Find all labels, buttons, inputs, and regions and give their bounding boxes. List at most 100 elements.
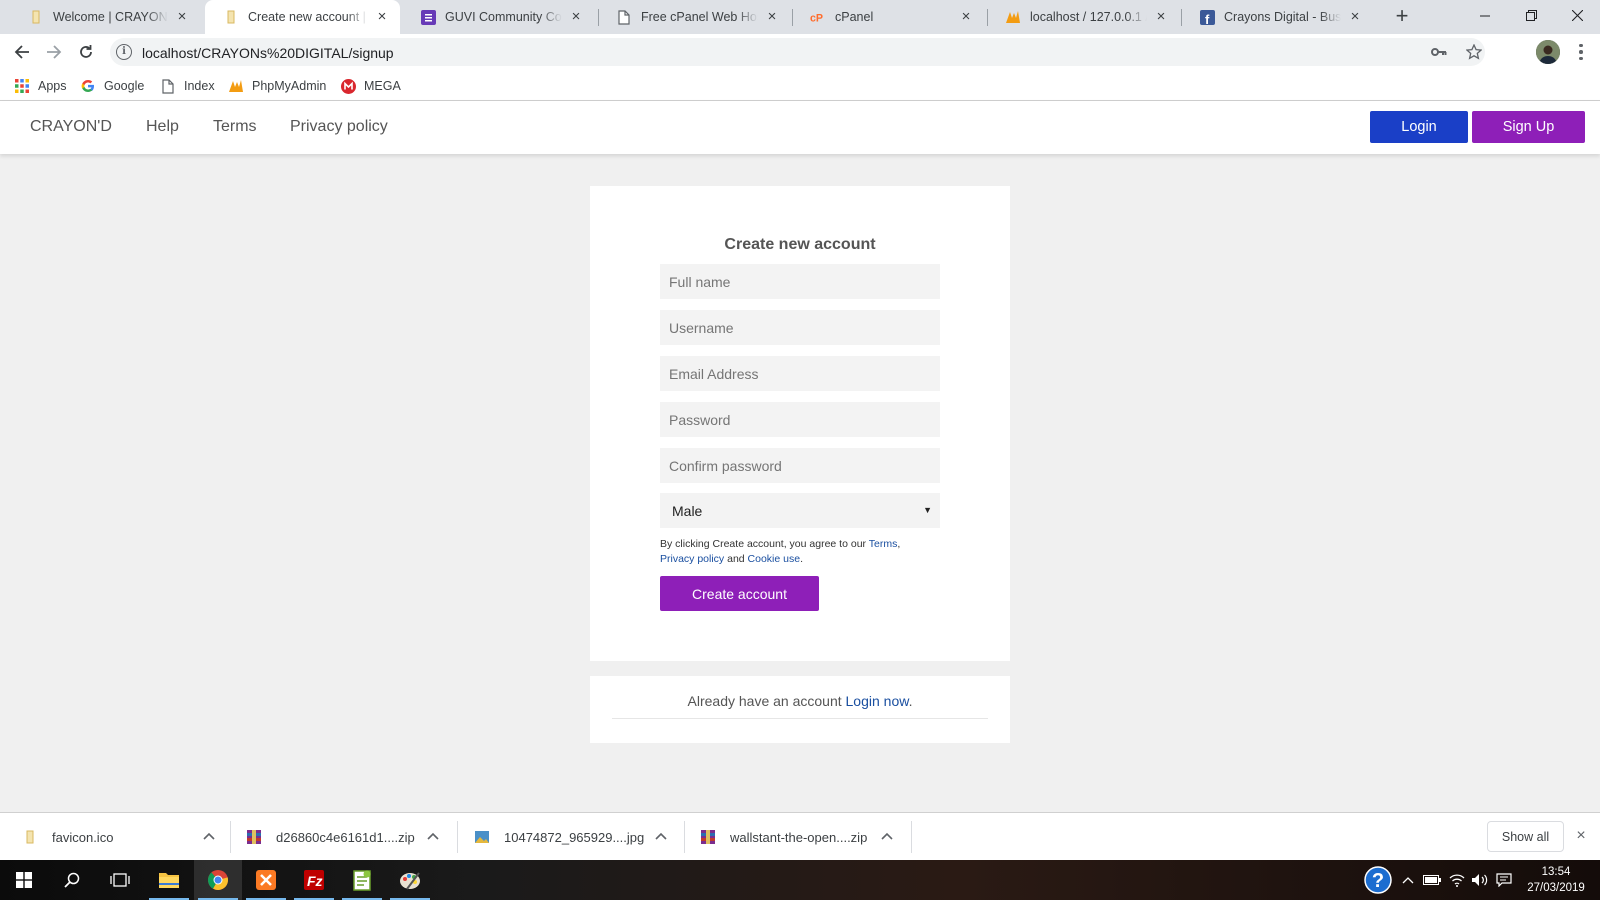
minimize-icon — [1479, 15, 1490, 16]
bookmark-index[interactable]: Index — [160, 76, 215, 96]
download-item[interactable]: wallstant-the-open....zip — [700, 813, 900, 861]
browser-tab-strip: Welcome | CRAYON'D × Create new account … — [0, 0, 1600, 34]
taskbar-xampp[interactable] — [242, 860, 290, 900]
address-bar[interactable]: i localhost/CRAYONs%20DIGITAL/signup — [110, 38, 1485, 66]
taskbar-notepad-plus[interactable] — [338, 860, 386, 900]
browser-tab[interactable]: Welcome | CRAYON'D × — [10, 0, 200, 34]
minimize-button[interactable] — [1463, 0, 1507, 30]
brand-link[interactable]: CRAYON'D — [30, 118, 112, 136]
start-button[interactable] — [0, 860, 48, 900]
bookmark-label: Google — [104, 79, 145, 93]
bookmark-label: PhpMyAdmin — [252, 79, 327, 93]
reload-button[interactable] — [74, 40, 98, 64]
password-key-icon[interactable] — [1430, 43, 1448, 61]
back-button[interactable] — [10, 40, 34, 64]
cpanel-favicon-icon: cP — [810, 9, 826, 25]
reload-icon — [80, 45, 92, 58]
tab-close-icon[interactable]: × — [374, 9, 390, 25]
nav-privacy-link[interactable]: Privacy policy — [290, 118, 388, 136]
terms-comma: , — [897, 538, 901, 550]
browser-tab[interactable]: cP cPanel × — [792, 0, 984, 34]
dropdown-caret-icon: ▼ — [923, 505, 932, 515]
taskbar-clock[interactable]: 13:54 27/03/2019 — [1518, 864, 1594, 896]
taskbar-file-explorer[interactable] — [145, 860, 193, 900]
crayond-favicon-icon — [223, 9, 239, 25]
username-input[interactable] — [660, 310, 940, 345]
tab-close-icon[interactable]: × — [1347, 9, 1363, 25]
filezilla-icon: Fz — [304, 870, 324, 890]
tab-title: Crayons Digital - Business — [1224, 10, 1341, 24]
new-tab-button[interactable]: + — [1390, 5, 1414, 29]
close-window-button[interactable] — [1555, 0, 1599, 30]
bookmark-star-icon[interactable] — [1465, 43, 1483, 61]
signup-button[interactable]: Sign Up — [1472, 111, 1585, 143]
taskbar-chrome[interactable] — [194, 860, 242, 900]
volume-tray-icon[interactable] — [1469, 860, 1491, 900]
wifi-tray-icon[interactable] — [1446, 860, 1468, 900]
gender-select[interactable]: Male ▼ — [660, 493, 940, 528]
privacy-policy-link[interactable]: Privacy policy — [660, 553, 724, 565]
profile-avatar[interactable] — [1536, 40, 1560, 64]
action-center-icon — [1496, 873, 1512, 887]
phpmyadmin-icon — [228, 78, 244, 94]
document-favicon-icon — [616, 9, 632, 25]
help-icon: ? — [1364, 866, 1392, 894]
create-account-button[interactable]: Create account — [660, 576, 819, 611]
help-tray-button[interactable]: ? — [1361, 860, 1395, 900]
search-button[interactable] — [48, 860, 96, 900]
battery-tray-icon[interactable] — [1421, 860, 1443, 900]
tab-title: Free cPanel Web Hosting — [641, 10, 758, 24]
login-prompt-text: Already have an account — [687, 693, 846, 709]
tab-title: Create new account | CRAYON'D — [248, 10, 368, 24]
tab-close-icon[interactable]: × — [958, 9, 974, 25]
browser-tab[interactable]: localhost / 127.0.0.1 / social × — [987, 0, 1179, 34]
restore-button[interactable] — [1509, 0, 1553, 30]
close-shelf-icon[interactable]: × — [1572, 827, 1590, 845]
email-input[interactable] — [660, 356, 940, 391]
svg-text:Fz: Fz — [307, 873, 323, 889]
login-prompt-card: Already have an account Login now. — [590, 676, 1010, 743]
browser-menu-button[interactable] — [1572, 40, 1590, 64]
task-view-button[interactable] — [96, 860, 144, 900]
terms-notice: By clicking Create account, you agree to… — [660, 537, 945, 567]
full-name-input[interactable] — [660, 264, 940, 299]
download-item[interactable]: 10474872_965929....jpg — [474, 813, 674, 861]
volume-icon — [1472, 874, 1488, 886]
browser-tab[interactable]: Free cPanel Web Hosting × — [598, 0, 790, 34]
browser-tab-active[interactable]: Create new account | CRAYON'D × — [205, 0, 400, 34]
tab-close-icon[interactable]: × — [1153, 9, 1169, 25]
bookmark-phpmyadmin[interactable]: PhpMyAdmin — [228, 76, 326, 96]
browser-tab[interactable]: GUVI Community Conference × — [402, 0, 594, 34]
show-hidden-icons-button[interactable] — [1398, 860, 1418, 900]
url-text[interactable]: localhost/CRAYONs%20DIGITAL/signup — [142, 45, 394, 61]
notifications-tray-icon[interactable] — [1493, 860, 1515, 900]
show-all-downloads-button[interactable]: Show all — [1487, 821, 1564, 852]
tab-title: Welcome | CRAYON'D — [53, 10, 168, 24]
cookie-use-link[interactable]: Cookie use — [748, 553, 801, 565]
password-input[interactable] — [660, 402, 940, 437]
nav-terms-link[interactable]: Terms — [213, 118, 257, 136]
terms-link[interactable]: Terms — [869, 538, 898, 550]
site-info-icon[interactable]: i — [116, 44, 132, 60]
forward-button[interactable] — [42, 40, 66, 64]
bookmark-mega[interactable]: MEGA — [340, 76, 401, 96]
taskbar-filezilla[interactable]: Fz — [290, 860, 338, 900]
nav-help-link[interactable]: Help — [146, 118, 179, 136]
login-now-link[interactable]: Login now — [846, 693, 909, 709]
svg-text:cP: cP — [810, 12, 823, 23]
login-button[interactable]: Login — [1370, 111, 1468, 143]
confirm-password-input[interactable] — [660, 448, 940, 483]
tab-close-icon[interactable]: × — [764, 9, 780, 25]
bookmark-google[interactable]: Google — [80, 76, 144, 96]
tab-close-icon[interactable]: × — [174, 9, 190, 25]
download-item[interactable]: favicon.ico — [22, 813, 222, 861]
bookmark-apps[interactable]: Apps — [14, 76, 67, 96]
taskbar-paint[interactable] — [386, 860, 434, 900]
terms-prefix: By clicking Create account, you agree to… — [660, 538, 869, 550]
download-filename: 10474872_965929....jpg — [504, 829, 645, 845]
tab-close-icon[interactable]: × — [568, 9, 584, 25]
browser-tab[interactable]: f Crayons Digital - Business × — [1181, 0, 1373, 34]
tab-title: cPanel — [835, 10, 874, 24]
download-item[interactable]: d26860c4e6161d1....zip — [246, 813, 446, 861]
login-prompt: Already have an account Login now. — [590, 693, 1010, 709]
